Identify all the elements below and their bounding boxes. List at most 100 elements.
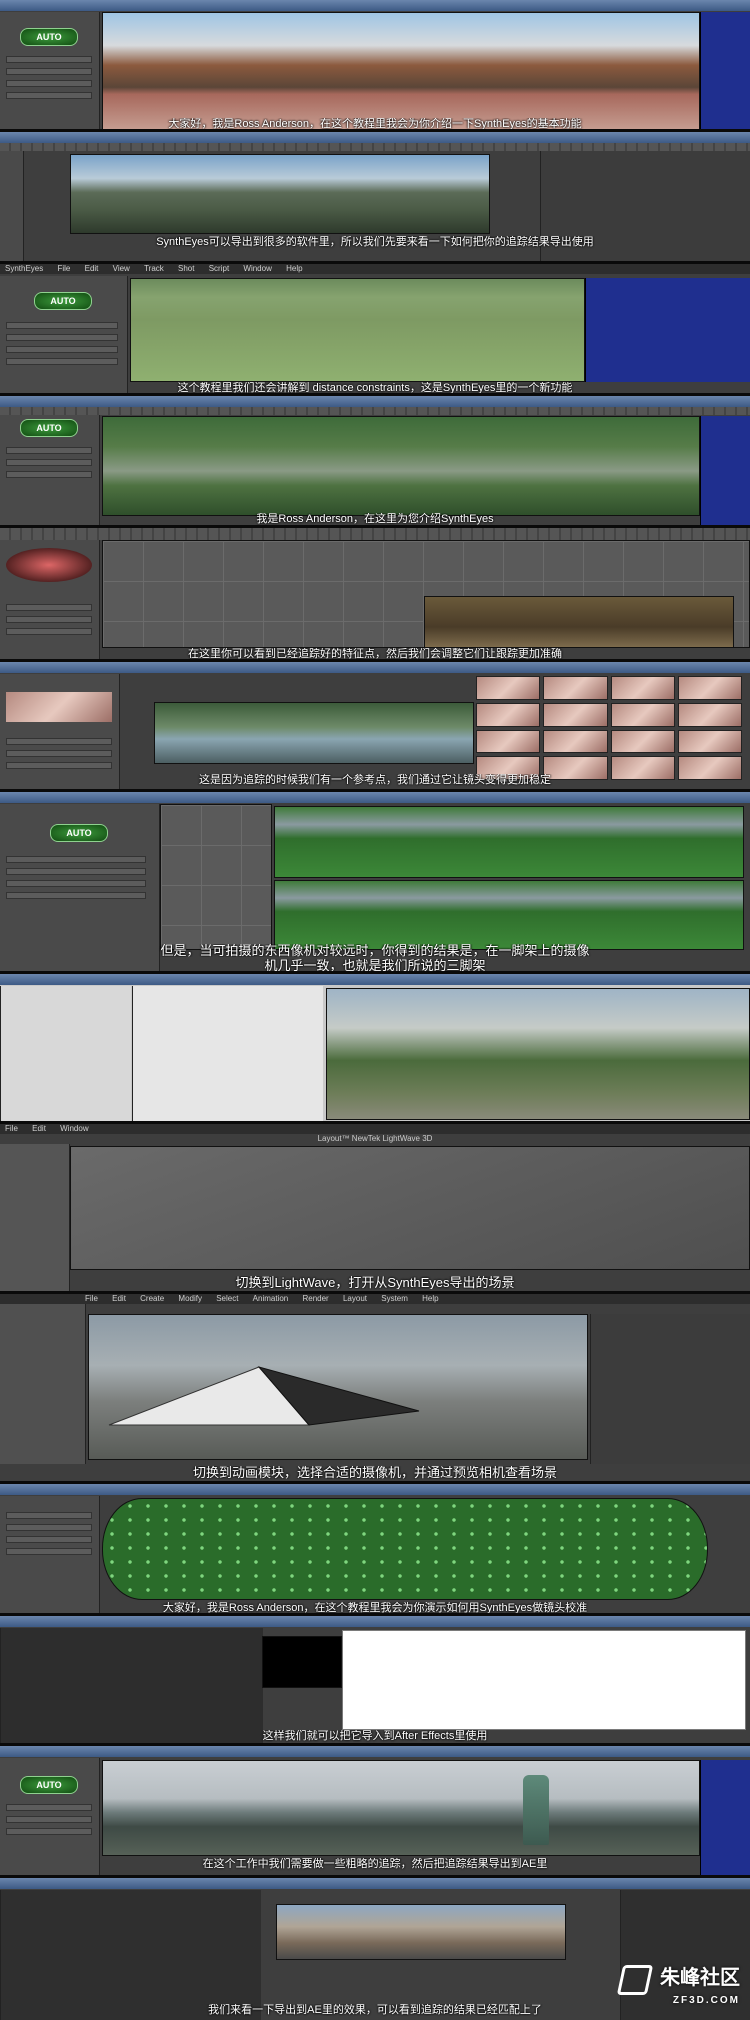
composition-viewer[interactable] (276, 1904, 566, 1960)
statue-silhouette (523, 1775, 549, 1845)
panel-control[interactable] (6, 358, 118, 365)
toolbar (0, 143, 750, 151)
calibration-viewport[interactable] (102, 1498, 708, 1600)
blue-side-panel (585, 278, 750, 382)
panel-control[interactable] (6, 1548, 92, 1555)
panel-control[interactable] (6, 628, 92, 635)
panel-control[interactable] (6, 604, 92, 611)
auto-button[interactable]: AUTO (50, 824, 108, 842)
menu-item[interactable]: Track (144, 264, 164, 273)
menu-item[interactable]: File (85, 1294, 98, 1303)
camera-viewport[interactable] (130, 278, 585, 382)
subtitle: SynthEyes可以导出到很多的软件里，所以我们先要来看一下如何把你的追踪结果… (156, 236, 594, 248)
panel-control[interactable] (6, 616, 92, 623)
subtitle: 这个教程里我们还会讲解到 distance constraints，这是Synt… (177, 382, 573, 394)
preview-swatch (6, 692, 112, 722)
panel-control[interactable] (6, 92, 92, 99)
3d-viewport[interactable] (160, 804, 272, 950)
window-titlebar (0, 132, 750, 143)
thumbnail-grid[interactable] (476, 676, 742, 780)
panel-control[interactable] (6, 762, 112, 769)
window-titlebar (0, 662, 750, 673)
auto-button[interactable]: AUTO (20, 419, 78, 437)
subtitle: 机几乎一致，也就是我们所说的三脚架 (264, 959, 486, 972)
menu-item[interactable]: Render (302, 1294, 328, 1303)
screenshot-strip-1: AUTO 大家好，我是Ross Anderson，在这个教程里我会为你介绍一下S… (0, 0, 750, 132)
menu-item[interactable]: Edit (85, 264, 99, 273)
panel-control[interactable] (6, 892, 146, 899)
panel-control[interactable] (6, 346, 118, 353)
camera-viewport[interactable] (102, 12, 700, 129)
camera-viewport[interactable] (88, 1314, 588, 1460)
menu-item[interactable]: Shot (178, 264, 194, 273)
tool-panel (0, 1304, 86, 1464)
menu-bar: File Edit Create Modify Select Animation… (0, 1294, 750, 1304)
screenshot-strip-7: AUTO 但是，当可拍摄的东西像机对较远时，你得到的结果是，在一脚架上的摄像 机… (0, 792, 750, 974)
panel-control[interactable] (6, 56, 92, 63)
panel-control[interactable] (6, 880, 146, 887)
menu-item[interactable]: Select (216, 1294, 238, 1303)
panel-control[interactable] (6, 1828, 92, 1835)
camera-viewport[interactable] (102, 416, 700, 516)
panel-control[interactable] (6, 1816, 92, 1823)
panel-control[interactable] (6, 1536, 92, 1543)
auto-button[interactable]: AUTO (20, 1776, 78, 1794)
screenshot-strip-9: File Edit Window Layout™ NewTek LightWav… (0, 1124, 750, 1294)
panel-control[interactable] (6, 856, 146, 863)
screenshot-strip-12: 这样我们就可以把它导入到After Effects里使用 (0, 1616, 750, 1746)
menu-item[interactable]: Help (422, 1294, 438, 1303)
menu-item[interactable]: Window (243, 264, 271, 273)
toolbar (0, 528, 750, 540)
composition-viewer[interactable] (326, 988, 750, 1120)
menu-bar: SynthEyes File Edit View Track Shot Scri… (0, 264, 750, 274)
menu-item[interactable]: System (381, 1294, 408, 1303)
menu-item[interactable]: SynthEyes (5, 264, 43, 273)
menu-bar: File Edit Window (0, 1124, 750, 1134)
control-panel: AUTO (0, 276, 128, 393)
menu-item[interactable]: Layout (343, 1294, 367, 1303)
3d-viewport[interactable] (70, 1146, 750, 1270)
menu-item[interactable]: View (113, 264, 130, 273)
camera-viewport-bottom[interactable] (274, 880, 744, 950)
menu-item[interactable]: Modify (178, 1294, 202, 1303)
screenshot-strip-14: 我们来看一下导出到AE里的效果，可以看到追踪的结果已经匹配上了 朱峰社区 ZF3… (0, 1878, 750, 2020)
panel-control[interactable] (6, 447, 92, 454)
auto-button[interactable]: AUTO (34, 292, 92, 310)
menu-item[interactable]: Animation (253, 1294, 289, 1303)
text-editor-window[interactable] (342, 1630, 746, 1730)
window-titlebar (0, 1878, 750, 1889)
blue-side-panel (700, 416, 750, 525)
menu-item[interactable]: Edit (32, 1124, 46, 1133)
menu-item[interactable]: Edit (112, 1294, 126, 1303)
menu-item[interactable]: File (57, 264, 70, 273)
panel-control[interactable] (6, 1512, 92, 1519)
menu-item[interactable]: Create (140, 1294, 164, 1303)
panel-control[interactable] (6, 68, 92, 75)
camera-viewport-top[interactable] (274, 806, 744, 878)
camera-viewport[interactable] (154, 702, 474, 764)
watermark-brand: 朱峰社区 (660, 1967, 740, 1990)
window-titlebar (0, 1484, 750, 1495)
menu-item[interactable]: File (5, 1124, 18, 1133)
panel-control[interactable] (6, 459, 92, 466)
menu-item[interactable]: Script (209, 264, 229, 273)
panel-control[interactable] (6, 471, 92, 478)
panel-control[interactable] (6, 80, 92, 87)
panel-control[interactable] (6, 322, 118, 329)
black-viewer (262, 1636, 342, 1688)
camera-viewport[interactable] (102, 1760, 700, 1856)
menu-item[interactable]: Window (60, 1124, 88, 1133)
toolbar (0, 407, 750, 415)
screenshot-strip-4: AUTO 我是Ross Anderson，在这里为您介绍SynthEyes (0, 396, 750, 528)
panel-control[interactable] (6, 750, 112, 757)
panel-control[interactable] (6, 868, 146, 875)
control-panel: AUTO (0, 12, 100, 129)
panel-control[interactable] (6, 1524, 92, 1531)
menu-item[interactable]: Help (286, 264, 302, 273)
auto-button[interactable]: AUTO (20, 28, 78, 46)
camera-viewport[interactable] (70, 154, 490, 234)
panel-control[interactable] (6, 1804, 92, 1811)
panel-control[interactable] (6, 738, 112, 745)
panel-control[interactable] (6, 334, 118, 341)
tool-panel (0, 1144, 70, 1291)
